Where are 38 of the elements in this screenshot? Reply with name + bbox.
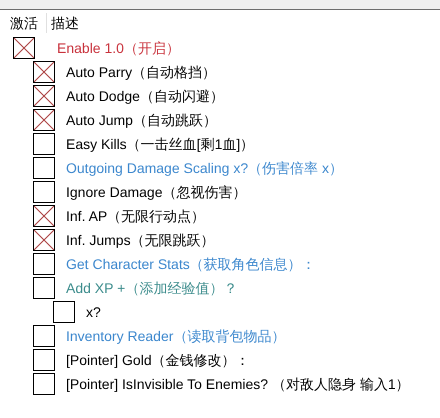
checkbox[interactable] — [33, 349, 55, 371]
entry-description: [Pointer] IsInvisible To Enemies? （对敌人隐身 输入1） — [66, 374, 410, 394]
checkbox[interactable] — [33, 133, 55, 155]
cross-icon — [34, 86, 54, 106]
entry-description: Inf. AP（无限行动点） — [66, 206, 206, 226]
entry-description: x? — [86, 302, 101, 322]
cross-icon — [34, 62, 54, 82]
checkbox[interactable] — [33, 277, 55, 299]
entry-description: Auto Dodge（自动闪避） — [66, 86, 224, 106]
checkbox[interactable] — [53, 301, 75, 323]
cross-icon — [34, 110, 54, 130]
entry-description: Outgoing Damage Scaling x?（伤害倍率 x） — [66, 158, 343, 178]
entry-description: [Pointer] Gold（金钱修改）： — [66, 350, 250, 370]
checkbox[interactable] — [33, 181, 55, 203]
entry-description: Get Character Stats（获取角色信息）： — [66, 254, 316, 274]
column-header: 描述 — [50, 14, 79, 32]
checkbox[interactable] — [33, 109, 55, 131]
checkbox[interactable] — [33, 253, 55, 275]
checkbox[interactable] — [33, 205, 55, 227]
entry-description: Inf. Jumps（无限跳跃） — [66, 230, 215, 250]
entry-description: Auto Jump（自动跳跃） — [66, 110, 217, 130]
entry-description: Easy Kills（一击丝血[剩1血]） — [66, 134, 254, 154]
column-header: 激活 — [9, 14, 39, 32]
entry-description: Enable 1.0（开启） — [57, 38, 180, 58]
checkbox[interactable] — [13, 37, 35, 59]
checkbox[interactable] — [33, 157, 55, 179]
entry-description: Ignore Damage（忽视伤害） — [66, 182, 247, 202]
checkbox[interactable] — [33, 85, 55, 107]
checkbox[interactable] — [33, 325, 55, 347]
entry-description: Auto Parry（自动格挡） — [66, 62, 216, 82]
checkbox[interactable] — [33, 229, 55, 251]
cross-icon — [34, 230, 54, 250]
checkbox[interactable] — [33, 373, 55, 395]
checkbox[interactable] — [33, 61, 55, 83]
entry-description: Inventory Reader（读取背包物品） — [66, 326, 286, 346]
entry-description: Add XP +（添加经验值）？ — [66, 278, 238, 298]
cross-icon — [14, 38, 34, 58]
cross-icon — [34, 206, 54, 226]
